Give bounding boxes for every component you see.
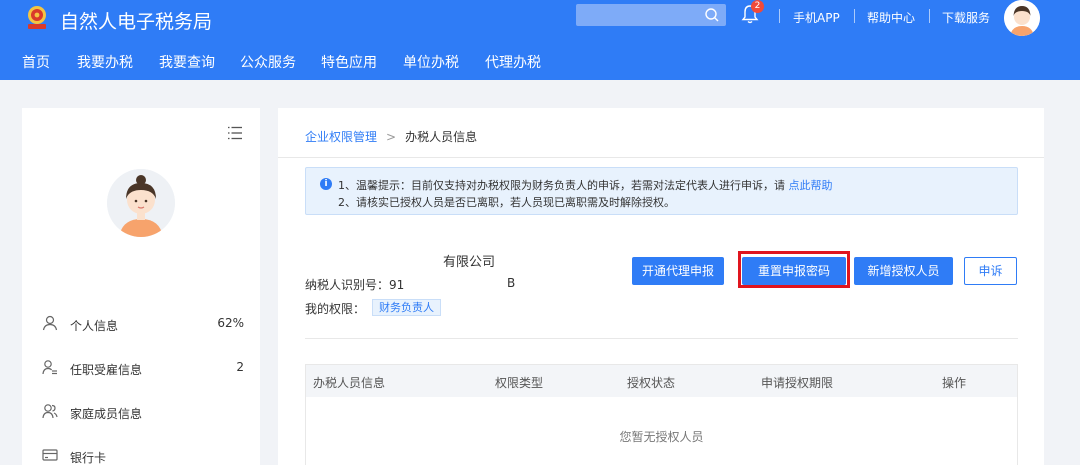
mobile-app-link[interactable]: 手机APP [793,9,840,26]
search-icon[interactable] [704,7,720,23]
sidebar-item-label: 银行卡 [70,451,107,465]
user-icon [42,315,58,331]
sidebar-item-employment-info[interactable]: 任职受雇信息 2 [42,358,244,378]
top-header: 自然人电子税务局 2 手机APP 帮助中心 下载服务 首页 我要办税 我要查询 … [0,0,1080,80]
authorized-persons-table: 办税人员信息 权限类型 授权状态 申请授权期限 操作 您暂无授权人员 [305,364,1018,465]
column-header: 操作 [942,376,967,390]
divider [278,157,1044,158]
column-header: 申请授权期限 [761,376,834,390]
family-icon [42,404,58,419]
open-agent-filing-button[interactable]: 开通代理申报 [632,257,724,285]
permission-badge: 财务负责人 [372,299,441,316]
help-link[interactable]: 点此帮助 [789,179,833,192]
nav-query[interactable]: 我要查询 [159,52,215,72]
avatar-image [1004,0,1040,36]
search-input[interactable] [576,4,726,26]
breadcrumb-parent-link[interactable]: 企业权限管理 [305,130,377,144]
sidebar: 个人信息 62% 任职受雇信息 2 家庭成员信息 银行卡 [22,108,260,465]
employment-icon [42,360,57,375]
info-icon: i [320,178,332,190]
bank-card-icon [42,449,58,461]
notice-text: 1、温馨提示：目前仅支持对办税权限为财务负责人的申诉，若需对法定代表人进行申诉，… [338,179,785,192]
highlight-annotation [738,251,850,288]
sidebar-item-label: 家庭成员信息 [70,407,143,421]
notice-box: i 1、温馨提示：目前仅支持对办税权限为财务负责人的申诉，若需对法定代表人进行申… [305,167,1018,215]
notice-line-2: 2、请核实已授权人员是否已离职，若人员现已离职需及时解除授权。 [338,196,675,209]
sidebar-item-bank-card[interactable]: 银行卡 [42,446,242,465]
profile-avatar [107,169,175,237]
completion-percent: 62% [217,316,244,330]
menu-list-icon[interactable] [227,126,243,140]
sidebar-item-personal-info[interactable]: 个人信息 62% [42,314,244,334]
divider [929,9,930,23]
table-header: 办税人员信息 权限类型 授权状态 申请授权期限 操作 [306,365,1017,397]
user-avatar[interactable] [1004,0,1040,36]
notification-badge: 2 [751,0,764,13]
main-panel: 企业权限管理 > 办税人员信息 i 1、温馨提示：目前仅支持对办税权限为财务负责人的… [278,108,1044,465]
company-name: 有限公司 [443,255,496,270]
divider [779,9,780,23]
sidebar-item-label: 任职受雇信息 [70,363,143,377]
notice-line-1: 1、温馨提示：目前仅支持对办税权限为财务负责人的申诉，若需对法定代表人进行申诉，… [338,177,833,193]
nav-unit-tax[interactable]: 单位办税 [403,52,459,72]
site-title[interactable]: 自然人电子税务局 [60,7,212,34]
avatar-image [107,169,175,237]
sidebar-item-family-info[interactable]: 家庭成员信息 [42,402,242,422]
nav-public-service[interactable]: 公众服务 [240,52,296,72]
breadcrumb-separator: > [386,130,397,144]
breadcrumb-current: 办税人员信息 [405,130,478,144]
column-header: 权限类型 [495,376,544,390]
column-header: 办税人员信息 [313,376,386,390]
divider [854,9,855,23]
help-center-link[interactable]: 帮助中心 [867,9,915,26]
add-authorized-person-button[interactable]: 新增授权人员 [854,257,953,285]
nav-home[interactable]: 首页 [22,52,50,72]
tax-emblem-icon [28,6,46,29]
breadcrumb: 企业权限管理 > 办税人员信息 [305,128,477,145]
nav-do-tax[interactable]: 我要办税 [77,52,133,72]
nav-featured-apps[interactable]: 特色应用 [321,52,377,72]
taxpayer-id-suffix: B [507,276,516,290]
empty-state-text: 您暂无授权人员 [619,430,704,444]
employment-count: 2 [236,360,244,374]
sidebar-item-label: 个人信息 [70,319,119,333]
appeal-button[interactable]: 申诉 [964,257,1017,285]
nav-agent-tax[interactable]: 代理办税 [485,52,541,72]
download-service-link[interactable]: 下载服务 [942,9,990,26]
column-header: 授权状态 [627,376,676,390]
taxpayer-id-label: 纳税人识别号：91 [305,278,405,292]
permission-label: 我的权限： [305,302,366,316]
divider [305,338,1018,339]
